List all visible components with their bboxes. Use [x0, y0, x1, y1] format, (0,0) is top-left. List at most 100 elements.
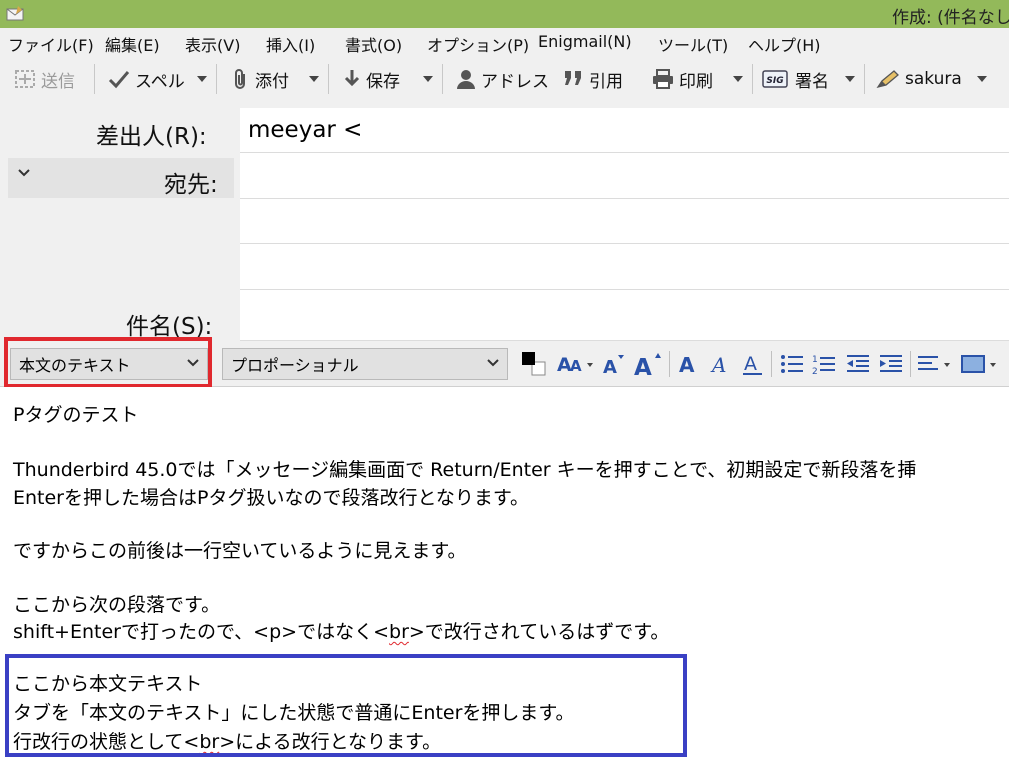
text-color-icon: [522, 352, 546, 376]
underline-button[interactable]: A: [740, 349, 766, 379]
outdent-icon: [847, 355, 869, 372]
subject-field[interactable]: [240, 290, 1009, 341]
menu-options[interactable]: オプション(P): [427, 32, 529, 56]
toolbar-divider: [752, 64, 753, 94]
align-icon: [918, 356, 950, 370]
menu-help[interactable]: ヘルプ(H): [748, 32, 821, 56]
to-field[interactable]: [240, 153, 1009, 199]
insert-image-icon: [961, 355, 996, 373]
save-dropdown[interactable]: [420, 67, 436, 91]
outdent-button[interactable]: [844, 349, 872, 379]
dropdown-arrow-icon: [977, 76, 987, 82]
attach-button[interactable]: 添付: [232, 67, 289, 92]
recipient-row-2[interactable]: [240, 199, 1009, 244]
from-label: 差出人(R):: [96, 124, 207, 150]
body-line: ですからこの前後は一行空いているように見えます。: [13, 540, 467, 562]
compose-app-icon: [6, 6, 24, 21]
chevron-down-icon: [18, 169, 30, 177]
recipient-row-3[interactable]: [240, 244, 1009, 290]
attach-dropdown[interactable]: [306, 67, 322, 91]
smaller-text-icon: A: [603, 355, 624, 377]
body-line: ここから次の段落です。: [13, 594, 221, 616]
svg-text:A: A: [679, 353, 695, 377]
toolbar-divider: [328, 64, 329, 94]
dropdown-arrow-icon: [423, 76, 433, 82]
format-divider: [669, 351, 670, 377]
body-text: >で改行されているはずです。: [408, 621, 670, 643]
svg-text:A: A: [744, 353, 757, 375]
to-label: 宛先:: [164, 172, 218, 198]
menu-enigmail[interactable]: Enigmail(N): [538, 32, 632, 51]
body-text: shift+Enterで打ったので、<p>ではなく<: [13, 621, 390, 643]
svg-text:A: A: [570, 357, 582, 375]
larger-text-icon: A: [634, 353, 661, 378]
send-button[interactable]: 送信: [14, 67, 75, 92]
menu-insert[interactable]: 挿入(I): [266, 32, 315, 56]
print-dropdown[interactable]: [730, 67, 746, 91]
paperclip-icon: [235, 69, 245, 89]
from-value: meeyar <: [248, 117, 363, 143]
font-value: プロポーショナル: [231, 356, 359, 375]
spell-dropdown[interactable]: [194, 67, 210, 91]
signature-button[interactable]: SIG 署名: [762, 67, 829, 92]
insert-image-button[interactable]: [960, 349, 1002, 379]
menu-edit[interactable]: 編集(E): [105, 32, 160, 56]
quote-button[interactable]: 引用: [562, 67, 623, 92]
dropdown-arrow-icon: [733, 76, 743, 82]
text-color-button[interactable]: [518, 349, 550, 379]
menu-tools[interactable]: ツール(T): [658, 32, 728, 56]
svg-text:A: A: [603, 357, 617, 377]
quote-label: 引用: [589, 71, 623, 92]
window-title: 作成: (件名なし: [892, 8, 1009, 28]
save-label: 保存: [366, 71, 400, 92]
svg-text:1: 1: [812, 355, 818, 365]
spell-label: スペル: [135, 71, 185, 92]
signature-dropdown[interactable]: [842, 67, 858, 91]
menu-file[interactable]: ファイル(F): [8, 32, 94, 56]
toolbar-divider: [442, 64, 443, 94]
send-icon: [15, 70, 35, 88]
sakura-button[interactable]: sakura: [876, 67, 962, 91]
menu-view[interactable]: 表示(V): [185, 32, 240, 56]
paragraph-format-highlight: [4, 337, 212, 388]
spellcheck-error[interactable]: br: [389, 621, 409, 643]
larger-text-button[interactable]: A: [632, 349, 664, 379]
menu-bar: ファイル(F) 編集(E) 表示(V) 挿入(I) 書式(O) オプション(P)…: [0, 28, 1009, 56]
bold-button[interactable]: A: [675, 349, 701, 379]
body-line: Thunderbird 45.0では「メッセージ編集画面で Return/Ent…: [13, 459, 917, 481]
font-size-button[interactable]: A A: [556, 349, 596, 379]
signature-icon: SIG: [762, 70, 788, 88]
italic-button[interactable]: A: [707, 349, 733, 379]
address-button[interactable]: アドレス: [456, 67, 549, 92]
svg-text:A: A: [710, 353, 726, 377]
pencil-icon: [876, 70, 899, 89]
save-arrow-icon: [344, 70, 360, 87]
svg-text:SIG: SIG: [766, 76, 783, 86]
body-line: shift+Enterで打ったので、<p>ではなく<br>で改行されているはずで…: [13, 617, 669, 644]
chevron-down-icon: [487, 359, 499, 367]
numbered-list-button[interactable]: 1 2: [810, 349, 838, 379]
body-line: Enterを押した場合はPタグ扱いなので段落改行となります。: [13, 487, 529, 509]
toolbar-divider: [94, 64, 95, 94]
sakura-dropdown[interactable]: [974, 67, 990, 91]
sakura-label: sakura: [905, 69, 962, 89]
quote-icon: [565, 71, 581, 85]
body-line: Pタグのテスト: [13, 404, 139, 426]
font-select[interactable]: プロポーショナル: [222, 348, 508, 380]
svg-text:A: A: [634, 355, 652, 378]
menu-format[interactable]: 書式(O): [345, 32, 402, 56]
toolbar-divider: [216, 64, 217, 94]
font-size-icon: A A: [557, 354, 593, 376]
spell-button[interactable]: スペル: [108, 67, 185, 92]
bullet-list-button[interactable]: [778, 349, 806, 379]
indent-button[interactable]: [877, 349, 905, 379]
smaller-text-button[interactable]: A: [600, 349, 628, 379]
print-label: 印刷: [679, 71, 713, 92]
subject-label: 件名(S):: [126, 314, 213, 340]
print-button[interactable]: 印刷: [652, 67, 713, 92]
align-button[interactable]: [916, 349, 956, 379]
send-label: 送信: [41, 71, 75, 92]
dropdown-arrow-icon: [309, 76, 319, 82]
save-button[interactable]: 保存: [343, 67, 400, 92]
printer-icon: [653, 69, 673, 89]
